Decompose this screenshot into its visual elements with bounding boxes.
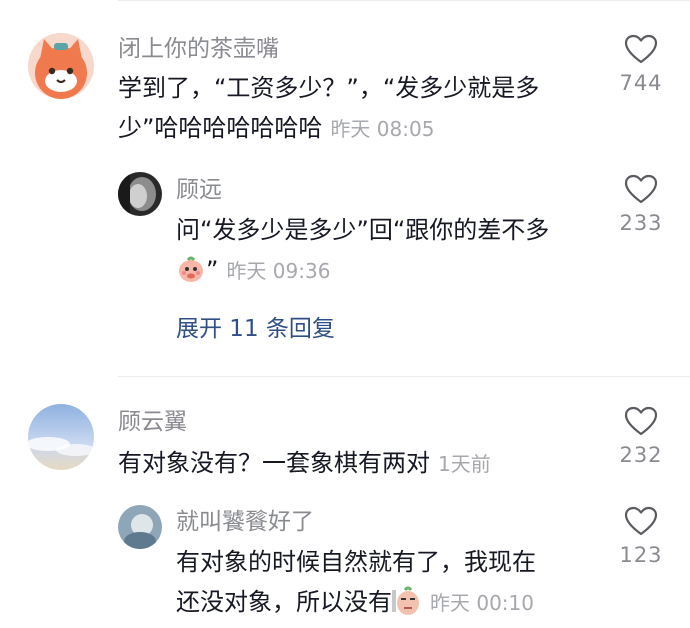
reply-text-line-1: 问“发多少是多少”回“跟你的差不多 (176, 216, 550, 244)
reply-text-line-2: 还没对象，所以没有 昨天 00:10 (176, 582, 596, 628)
reply-like-button[interactable]: 233 (606, 174, 676, 236)
avatar[interactable] (28, 33, 94, 99)
reply-like-button[interactable]: 123 (606, 506, 676, 568)
reply-text[interactable]: 问“发多少是多少”回“跟你的差不多 ” 昨天 09:36 (176, 210, 596, 296)
heart-outline-icon (624, 34, 658, 64)
like-count: 232 (619, 443, 663, 467)
comment-text[interactable]: 有对象没有？一套象棋有两对 1天前 (118, 443, 588, 484)
like-button[interactable]: 232 (606, 406, 676, 468)
comment-text-line-1: 学到了，“工资多少？”，“发多少就是多 (118, 74, 540, 102)
expand-replies-link[interactable]: 展开 11 条回复 (176, 314, 335, 344)
reply-text[interactable]: 有对象的时候自然就有了，我现在 还没对象，所以没有 昨天 00:10 (176, 542, 596, 628)
peach-face-emoji (176, 254, 206, 296)
comment-divider (118, 376, 690, 377)
heart-outline-icon (624, 174, 658, 204)
sky-avatar-image (28, 404, 94, 470)
reply-text-line-1: 有对象的时候自然就有了，我现在 (176, 548, 536, 576)
comment-text-line-2: 少”哈哈哈哈哈哈哈 昨天 08:05 (118, 108, 588, 149)
reply-text-line-2-content: ” (206, 256, 219, 284)
like-button[interactable]: 744 (606, 34, 676, 96)
comment-timestamp: 1天前 (438, 452, 491, 476)
reply-timestamp: 昨天 00:10 (430, 591, 534, 615)
reply-timestamp: 昨天 09:36 (226, 259, 331, 283)
comment-text-line-1: 有对象没有？一套象棋有两对 1天前 (118, 443, 588, 484)
reply-text-line-2: ” 昨天 09:36 (176, 250, 596, 296)
heart-outline-icon (624, 506, 658, 536)
heart-outline-icon (624, 406, 658, 436)
reply-avatar[interactable] (118, 172, 162, 216)
blue-avatar-image (118, 505, 162, 549)
reply-avatar[interactable] (118, 505, 162, 549)
top-divider (118, 0, 690, 1)
like-count: 123 (619, 543, 663, 567)
comment-username[interactable]: 闭上你的茶壶嘴 (118, 34, 279, 64)
skeptical-peach-emoji (392, 584, 422, 628)
comment-text-line-2-content: 少”哈哈哈哈哈哈哈 (118, 114, 323, 142)
reply-text-line-2-content: 还没对象，所以没有 (176, 588, 392, 616)
comment-timestamp: 昨天 08:05 (330, 117, 435, 141)
like-count: 233 (619, 211, 663, 235)
avatar[interactable] (28, 404, 94, 470)
comment-text-line-1-content: 有对象没有？一套象棋有两对 (118, 449, 430, 477)
comment-username[interactable]: 顾云翼 (118, 407, 187, 437)
comment-text[interactable]: 学到了，“工资多少？”，“发多少就是多 少”哈哈哈哈哈哈哈 昨天 08:05 (118, 68, 588, 149)
reply-username[interactable]: 就叫饕餮好了 (176, 507, 314, 537)
monochrome-avatar-image (118, 172, 162, 216)
reply-username[interactable]: 顾远 (176, 175, 222, 205)
cat-avatar-image (28, 33, 94, 99)
like-count: 744 (619, 71, 663, 95)
